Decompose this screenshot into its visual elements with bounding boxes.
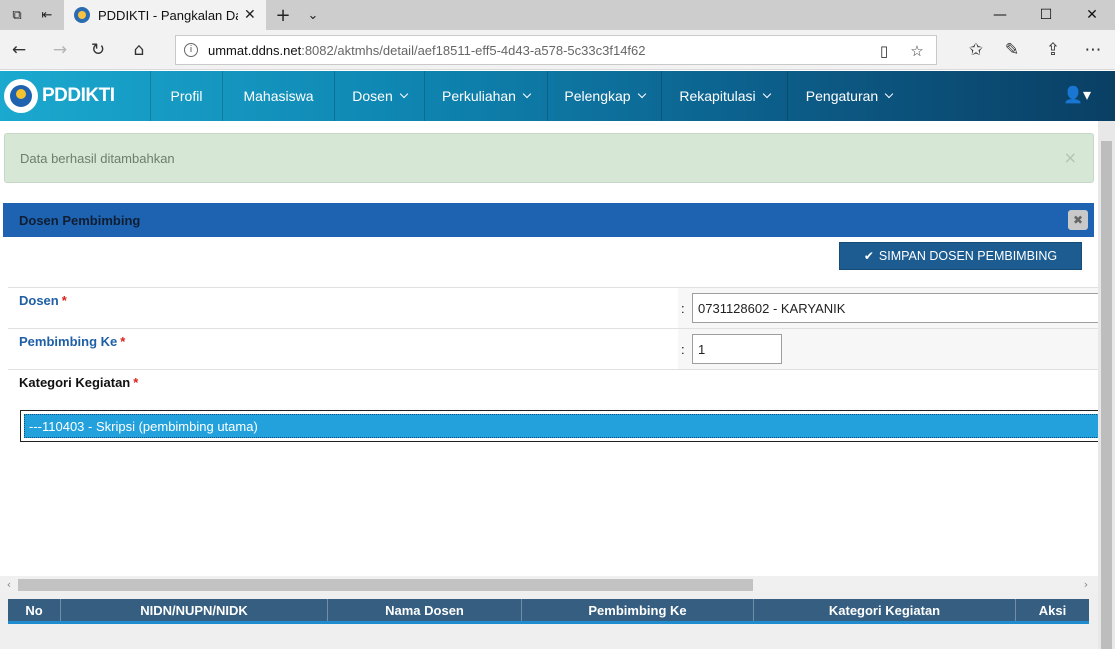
reading-view-icon[interactable]: ▯ (873, 40, 895, 62)
table-header: No NIDN/NUPN/NIDK Nama Dosen Pembimbing … (8, 599, 1089, 624)
address-bar[interactable]: i ummat.ddns.net:8082/aktmhs/detail/aef1… (175, 35, 937, 65)
required-mark: * (120, 334, 126, 349)
column-header-no: No (8, 599, 61, 621)
refresh-icon[interactable]: ↻ (83, 36, 113, 64)
brand-name: PDDIKTI (42, 85, 115, 106)
kategori-option-label: ---110403 - Skripsi (pembimbing utama) (29, 418, 258, 434)
brand[interactable]: PDDIKTI (0, 71, 150, 121)
nav-item-pelengkap[interactable]: Pelengkap (547, 71, 661, 121)
chevron-down-icon (522, 89, 532, 99)
forward-icon[interactable]: → (45, 36, 75, 64)
alert-close-icon[interactable]: × (1064, 148, 1077, 167)
kategori-option-selected[interactable]: ---110403 - Skripsi (pembimbing utama) (24, 414, 1099, 438)
nav-item-dosen[interactable]: Dosen (334, 71, 424, 121)
pembimbing-label-text: Pembimbing Ke (19, 334, 118, 349)
row-divider (8, 369, 1098, 370)
checkmark-icon: ✔ (863, 249, 874, 263)
user-menu-icon[interactable]: 👤▾ (1063, 85, 1091, 104)
app-navbar: PDDIKTI Profil Mahasiswa Dosen Perkuliah… (0, 71, 1115, 121)
kategori-label-text: Kategori Kegiatan (19, 375, 131, 390)
dosen-pembimbing-table: No NIDN/NUPN/NIDK Nama Dosen Pembimbing … (0, 593, 1098, 649)
url-path: :8082/aktmhs/detail/aef18511-eff5-4d43-a… (301, 42, 646, 58)
scroll-left-icon[interactable]: ‹ (1, 577, 17, 592)
tab-favicon-icon (74, 7, 90, 23)
column-header-nama-dosen: Nama Dosen (328, 599, 522, 621)
panel-title: Dosen Pembimbing (19, 212, 141, 228)
browser-tab-active[interactable]: PDDIKTI - Pangkalan Da ✕ (64, 0, 266, 30)
required-mark: * (133, 375, 139, 390)
tab-title: PDDIKTI - Pangkalan Da (98, 7, 238, 23)
window-close-icon[interactable]: ✕ (1069, 0, 1115, 30)
tab-actions-icon[interactable]: ⧉ (2, 0, 32, 30)
nav-item-rekapitulasi[interactable]: Rekapitulasi (661, 71, 787, 121)
save-button-label: SIMPAN DOSEN PEMBIMBING (878, 249, 1058, 263)
chevron-down-icon (884, 89, 894, 99)
colon: : (681, 301, 685, 316)
dosen-field[interactable]: 0731128602 - KARYANIK (692, 293, 1098, 323)
colon: : (681, 342, 685, 357)
success-alert: Data berhasil ditambahkan × (4, 133, 1094, 183)
site-info-icon[interactable]: i (184, 43, 198, 57)
url-host: ummat.ddns.net (208, 42, 302, 58)
nav-item-perkuliahan[interactable]: Perkuliahan (424, 71, 547, 121)
pembimbing-ke-field[interactable]: 1 (692, 334, 782, 364)
maximize-icon[interactable]: ☐ (1023, 0, 1069, 30)
horizontal-scrollbar[interactable]: ‹ › (0, 576, 1098, 593)
dosen-value: 0731128602 - KARYANIK (698, 300, 846, 316)
scrollbar-thumb[interactable] (18, 579, 753, 591)
nav-item-label: Profil (170, 88, 203, 104)
browser-tab-strip: ⧉ ⇤ PDDIKTI - Pangkalan Da ✕ + ⌄ — ☐ ✕ (0, 0, 1115, 30)
column-header-kategori-kegiatan: Kategori Kegiatan (754, 599, 1016, 621)
back-icon[interactable]: ← (4, 36, 34, 64)
tab-list-chevron-icon[interactable]: ⌄ (298, 0, 328, 30)
nav-item-mahasiswa[interactable]: Mahasiswa (222, 71, 334, 121)
nav-item-pengaturan[interactable]: Pengaturan (787, 71, 910, 121)
kategori-kegiatan-listbox[interactable]: ---110403 - Skripsi (pembimbing utama) (20, 410, 1099, 442)
save-dosen-pembimbing-button[interactable]: ✔ SIMPAN DOSEN PEMBIMBING (839, 242, 1082, 270)
home-icon[interactable]: ⌂ (124, 36, 154, 64)
vertical-scrollbar[interactable] (1098, 121, 1115, 649)
chevron-down-icon (762, 89, 771, 99)
dosen-label-text: Dosen (19, 293, 59, 308)
nav-item-label: Pengaturan (805, 88, 879, 104)
browser-toolbar: ← → ↻ ⌂ i ummat.ddns.net:8082/aktmhs/det… (0, 30, 1115, 70)
alert-message: Data berhasil ditambahkan (20, 150, 175, 166)
more-menu-icon[interactable]: ⋯ (1078, 36, 1108, 64)
favorites-list-icon[interactable]: ✩ (961, 36, 991, 64)
panel-header: Dosen Pembimbing ✖ (3, 203, 1094, 237)
column-header-aksi: Aksi (1038, 602, 1067, 618)
minimize-icon[interactable]: — (977, 0, 1023, 30)
favorite-star-icon[interactable]: ☆ (906, 40, 928, 62)
pen-notes-icon[interactable]: ✎ (997, 36, 1027, 64)
new-tab-icon[interactable]: + (268, 0, 298, 30)
scroll-right-icon[interactable]: › (1078, 577, 1094, 592)
nav-item-label: Mahasiswa (243, 88, 314, 104)
nav-item-label: Pelengkap (564, 88, 631, 104)
chevron-down-icon (399, 89, 408, 99)
vertical-scrollbar-thumb[interactable] (1101, 141, 1112, 649)
pddikti-logo-icon (4, 79, 38, 113)
nav-item-label: Perkuliahan (442, 88, 516, 104)
column-header-pembimbing-ke: Pembimbing Ke (522, 599, 754, 621)
kategori-kegiatan-label: Kategori Kegiatan * (19, 375, 138, 390)
nav-item-profil[interactable]: Profil (150, 71, 222, 121)
panel-close-icon[interactable]: ✖ (1068, 210, 1088, 230)
chevron-down-icon (637, 89, 646, 99)
dosen-label: Dosen * (19, 293, 67, 308)
set-tabs-aside-icon[interactable]: ⇤ (32, 0, 62, 30)
page-content: Data berhasil ditambahkan × Dosen Pembim… (0, 121, 1099, 649)
pembimbing-value: 1 (698, 341, 706, 357)
nav-item-label: Dosen (352, 88, 393, 104)
tab-close-icon[interactable]: ✕ (244, 7, 256, 23)
column-header-nidn: NIDN/NUPN/NIDK (61, 599, 328, 621)
required-mark: * (61, 293, 67, 308)
pembimbing-ke-label: Pembimbing Ke * (19, 334, 125, 349)
nav-item-label: Rekapitulasi (679, 88, 756, 104)
share-icon[interactable]: ⇪ (1038, 36, 1068, 64)
